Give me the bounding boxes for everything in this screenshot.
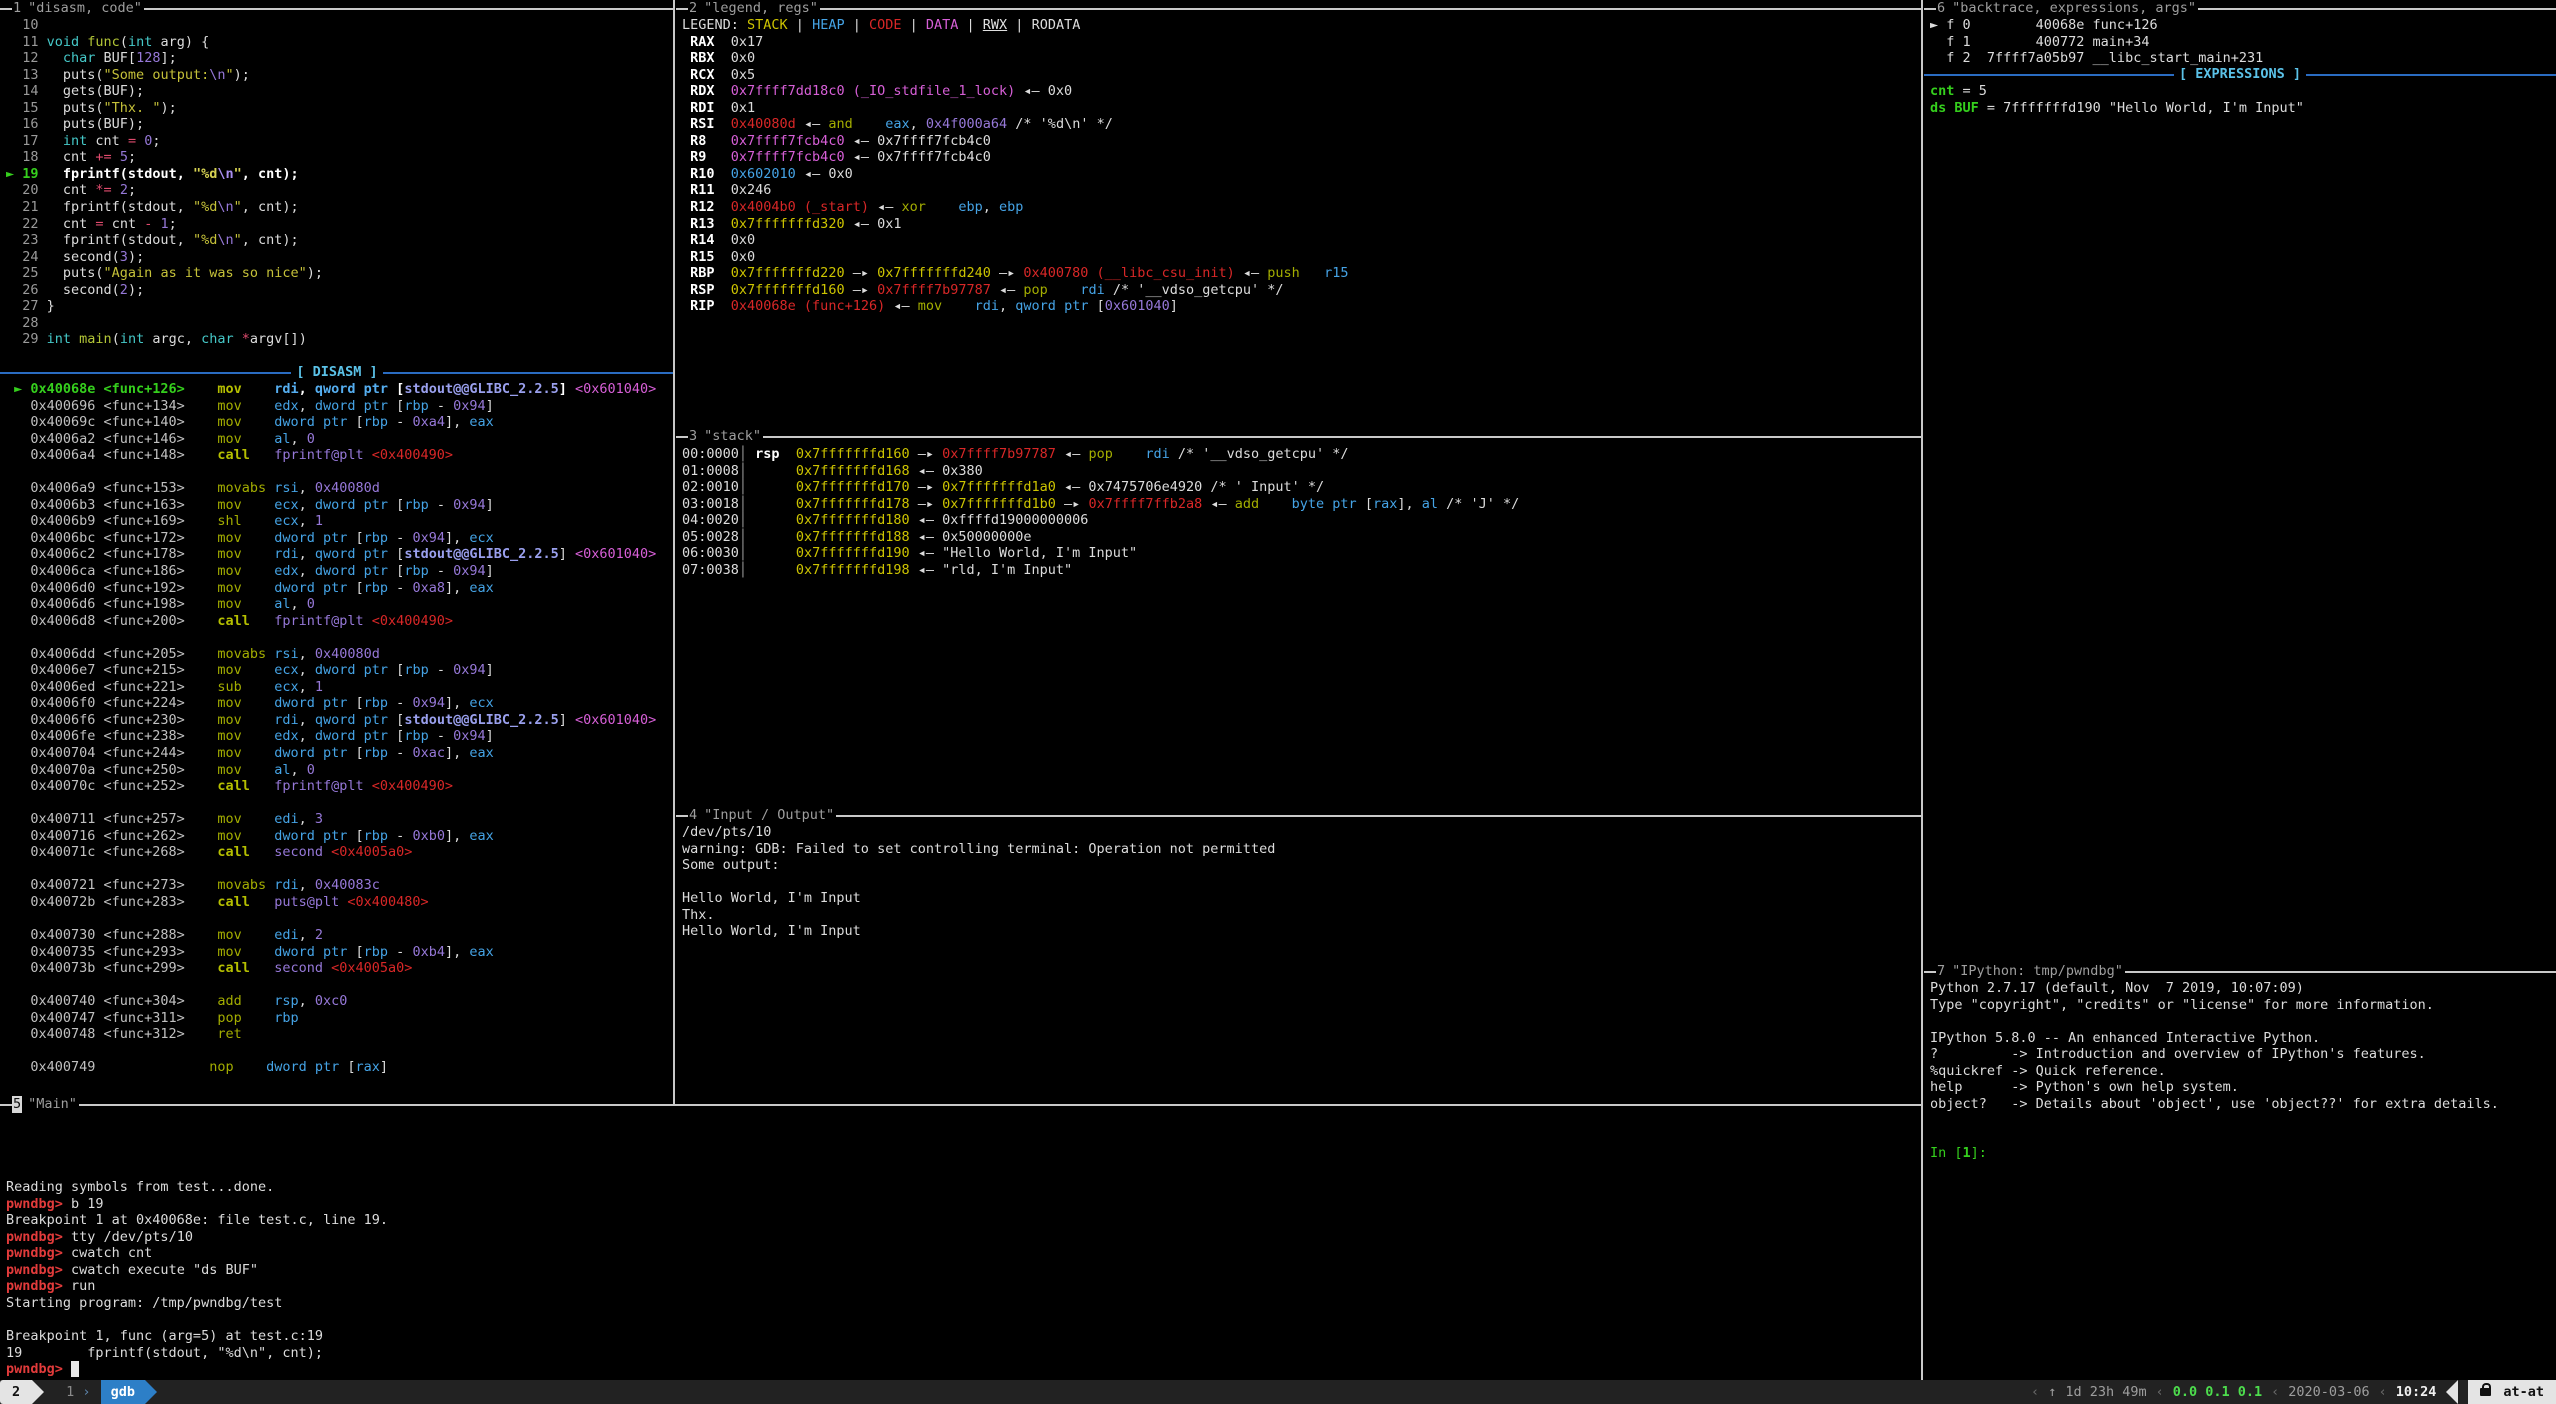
tmux-screen: 1 "disasm, code" 10 11 void func(int arg… xyxy=(0,0,2556,1404)
pane-title-text: "legend, regs" xyxy=(698,0,820,17)
status-left: 2 1 › gdb xyxy=(0,1380,157,1404)
tmux-status-bar: 2 1 › gdb ‹ ↑ 1d 23h 49m ‹ 0.0 0.1 0.1 ‹… xyxy=(0,1380,2556,1404)
load-average: 0.0 0.1 0.1 xyxy=(2173,1384,2262,1401)
status-right: ‹ ↑ 1d 23h 49m ‹ 0.0 0.1 0.1 ‹ 2020-03-0… xyxy=(2022,1380,2556,1404)
chevron-left-icon: ‹ xyxy=(2379,1384,2387,1401)
border-line xyxy=(0,8,12,10)
chevron-left-icon: ‹ xyxy=(2031,1384,2039,1401)
stack-view[interactable]: 00:0000│ rsp 0x7fffffffd160 —▸ 0x7ffff7b… xyxy=(682,446,1519,578)
disasm-section-label: [ DISASM ] xyxy=(291,364,382,381)
pane-border-vertical-left[interactable] xyxy=(673,0,675,1104)
backtrace-view[interactable]: ► f 0 40068e func+126 f 1 400772 main+34… xyxy=(1930,17,2263,67)
border-line xyxy=(144,8,674,10)
powerline-arrow-icon xyxy=(145,1380,157,1404)
chevron-left-icon: ‹ xyxy=(2271,1384,2279,1401)
program-io-view[interactable]: /dev/pts/10warning: GDB: Failed to set c… xyxy=(682,824,1275,940)
powerline-arrow-icon xyxy=(2446,1380,2458,1404)
chevron-left-icon: ‹ xyxy=(2156,1384,2164,1401)
pane-title-text: "IPython: tmp/pwndbg" xyxy=(1946,963,2125,980)
pane-title-text: "Input / Output" xyxy=(698,807,836,824)
up-arrow-icon: ↑ xyxy=(2048,1384,2056,1401)
expressions-view[interactable]: cnt = 5ds BUF = 7fffffffd190 "Hello Worl… xyxy=(1930,83,2304,116)
expressions-section-label: [ EXPRESSIONS ] xyxy=(2174,66,2306,83)
pane-title-input-output[interactable]: 4 "Input / Output" xyxy=(676,807,1921,824)
pane-number: 4 xyxy=(688,807,698,824)
hostname-badge: at-at xyxy=(2468,1380,2556,1404)
hostname-label: at-at xyxy=(2503,1384,2544,1401)
pane-title-disasm-code[interactable]: 1 "disasm, code" xyxy=(0,0,674,17)
disassembly-view[interactable]: ► 0x40068e <func+126> mov rdi, qword ptr… xyxy=(6,381,656,1076)
pane-title-text: "disasm, code" xyxy=(22,0,144,17)
gdb-terminal[interactable]: Reading symbols from test...done.pwndbg>… xyxy=(6,1113,388,1378)
pane-number: 3 xyxy=(688,428,698,445)
clock-label: 10:24 xyxy=(2396,1384,2437,1401)
ipython-terminal[interactable]: Python 2.7.17 (default, Nov 7 2019, 10:0… xyxy=(1930,980,2499,1162)
pane-number: 7 xyxy=(1936,963,1946,980)
chevron-right-icon: › xyxy=(82,1384,90,1400)
pane-number-active: 5 xyxy=(12,1096,22,1113)
pane-title-text: "Main" xyxy=(22,1096,79,1113)
pane-title-main[interactable]: 5 "Main" xyxy=(0,1096,1921,1113)
disasm-section-separator: [ DISASM ] xyxy=(0,364,674,381)
pane-border-vertical-right[interactable] xyxy=(1921,0,1923,1380)
registers-view[interactable]: LEGEND: STACK | HEAP | CODE | DATA | RWX… xyxy=(682,17,1349,315)
date-label: 2020-03-06 xyxy=(2288,1384,2369,1401)
pane-title-text: "backtrace, expressions, args" xyxy=(1946,0,2198,17)
lock-icon xyxy=(2480,1388,2491,1396)
source-code-view[interactable]: 10 11 void func(int arg) { 12 char BUF[1… xyxy=(6,17,323,348)
expressions-section-separator: [ EXPRESSIONS ] xyxy=(1924,66,2556,83)
uptime-label: 1d 23h 49m xyxy=(2065,1384,2146,1401)
pane-number: 2 xyxy=(688,0,698,17)
pane-title-backtrace[interactable]: 6 "backtrace, expressions, args" xyxy=(1924,0,2556,17)
powerline-arrow-icon xyxy=(32,1380,44,1404)
pane-number: 1 xyxy=(12,0,22,17)
pane-title-legend-regs[interactable]: 2 "legend, regs" xyxy=(676,0,1921,17)
window-index[interactable]: 1 › xyxy=(66,1384,90,1401)
pane-title-stack[interactable]: 3 "stack" xyxy=(676,428,1921,445)
pane-title-ipython[interactable]: 7 "IPython: tmp/pwndbg" xyxy=(1924,963,2556,980)
active-window-name[interactable]: gdb xyxy=(101,1380,145,1404)
pane-title-text: "stack" xyxy=(698,428,763,445)
pane-number: 6 xyxy=(1936,0,1946,17)
session-badge[interactable]: 2 xyxy=(0,1380,32,1404)
